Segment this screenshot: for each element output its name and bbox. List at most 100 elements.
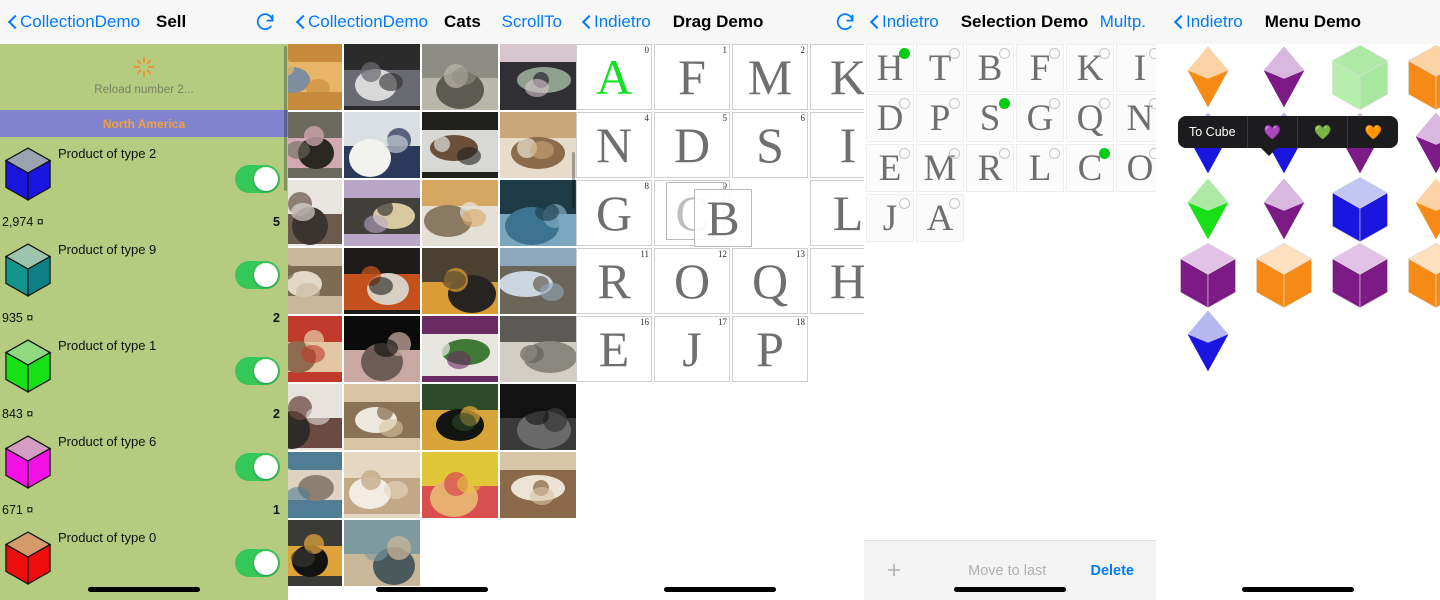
selection-indicator[interactable] bbox=[949, 98, 960, 109]
cat-cell[interactable] bbox=[500, 248, 576, 314]
selection-tile[interactable]: T bbox=[916, 44, 964, 92]
product-row[interactable]: Product of type 9 935 ¤ 2 bbox=[0, 233, 288, 329]
cat-cell[interactable] bbox=[422, 44, 498, 110]
selection-indicator[interactable] bbox=[1049, 98, 1060, 109]
cat-cell[interactable] bbox=[288, 248, 342, 314]
drag-tile[interactable]: N4 bbox=[576, 112, 652, 178]
cat-cell[interactable] bbox=[288, 520, 342, 586]
context-menu-heart-icon-3[interactable]: 🧡 bbox=[1348, 116, 1397, 148]
sell-list[interactable]: Reload number 2... North America Product… bbox=[0, 44, 288, 600]
cat-cell[interactable] bbox=[500, 384, 576, 450]
shape-cell[interactable] bbox=[1170, 44, 1246, 110]
shape-cell[interactable] bbox=[1398, 176, 1440, 242]
back-label[interactable]: Indietro bbox=[594, 12, 651, 32]
selection-tile[interactable]: O bbox=[1116, 144, 1156, 192]
selection-indicator[interactable] bbox=[1149, 48, 1156, 59]
shape-cell[interactable] bbox=[1170, 176, 1246, 242]
selection-indicator[interactable] bbox=[999, 48, 1010, 59]
cat-cell[interactable] bbox=[422, 248, 498, 314]
cat-cell[interactable] bbox=[344, 384, 420, 450]
cat-cell[interactable] bbox=[422, 180, 498, 246]
menu-collection[interactable]: To Cube 💜 💚 🧡 bbox=[1156, 44, 1440, 600]
scrollbar-vertical[interactable] bbox=[284, 46, 287, 191]
cat-cell[interactable] bbox=[288, 452, 342, 518]
selection-tile[interactable]: I bbox=[1116, 44, 1156, 92]
cat-cell[interactable] bbox=[422, 316, 498, 382]
product-toggle[interactable] bbox=[235, 453, 280, 481]
refresh-icon[interactable] bbox=[255, 11, 276, 32]
drag-tile[interactable]: H14 bbox=[810, 248, 864, 314]
cat-cell[interactable] bbox=[500, 316, 576, 382]
selection-tile[interactable]: N bbox=[1116, 94, 1156, 142]
selection-tile[interactable]: L bbox=[1016, 144, 1064, 192]
selection-indicator[interactable] bbox=[999, 148, 1010, 159]
cat-cell[interactable] bbox=[500, 44, 576, 110]
cat-cell[interactable] bbox=[500, 112, 576, 178]
shape-cell[interactable] bbox=[1398, 44, 1440, 110]
cat-cell[interactable] bbox=[422, 452, 498, 518]
selection-indicator[interactable] bbox=[949, 148, 960, 159]
drag-tile[interactable]: L10 bbox=[810, 180, 864, 246]
cat-cell[interactable] bbox=[344, 520, 420, 586]
product-toggle[interactable] bbox=[235, 261, 280, 289]
drag-tile[interactable]: S6 bbox=[732, 112, 808, 178]
cat-cell[interactable] bbox=[500, 452, 576, 518]
back-button-drag[interactable]: Indietro bbox=[576, 12, 651, 32]
selection-tile[interactable]: A bbox=[916, 194, 964, 242]
shape-cell[interactable] bbox=[1322, 176, 1398, 242]
selection-indicator[interactable] bbox=[1149, 98, 1156, 109]
drag-tile[interactable]: J 17 bbox=[654, 316, 730, 382]
drag-tile[interactable]: M2 bbox=[732, 44, 808, 110]
shape-cell[interactable] bbox=[1246, 176, 1322, 242]
shape-cell[interactable] bbox=[1246, 242, 1322, 308]
drag-tile[interactable]: I7 bbox=[810, 112, 864, 178]
back-button-sell[interactable]: CollectionDemo bbox=[0, 12, 140, 32]
cat-cell[interactable] bbox=[344, 248, 420, 314]
selection-tile[interactable]: M bbox=[916, 144, 964, 192]
shape-cell[interactable] bbox=[1322, 44, 1398, 110]
dragging-tile[interactable]: B bbox=[694, 189, 752, 247]
selection-tile[interactable]: H bbox=[866, 44, 914, 92]
selection-indicator[interactable] bbox=[899, 148, 910, 159]
drag-collection[interactable]: A0F1M2K3N4D5S6I7G8C9L10R11O12Q13H14E16J1… bbox=[576, 44, 864, 600]
selection-tile[interactable]: D bbox=[866, 94, 914, 142]
drag-tile[interactable]: E 16 bbox=[576, 316, 652, 382]
product-toggle[interactable] bbox=[235, 165, 280, 193]
shape-cell[interactable] bbox=[1398, 110, 1440, 176]
selection-indicator[interactable] bbox=[1099, 48, 1110, 59]
selection-indicator[interactable] bbox=[1049, 48, 1060, 59]
selection-tile[interactable]: F bbox=[1016, 44, 1064, 92]
drag-tile[interactable]: D5 bbox=[654, 112, 730, 178]
drag-tile[interactable]: R 11 bbox=[576, 248, 652, 314]
drag-tile[interactable]: K3 bbox=[810, 44, 864, 110]
selection-tile[interactable]: Q bbox=[1066, 94, 1114, 142]
cat-cell[interactable] bbox=[422, 384, 498, 450]
back-label[interactable]: CollectionDemo bbox=[308, 12, 428, 32]
selection-collection[interactable]: HTBFKI DPSGQN EMRLCO JA + Move to last Dele… bbox=[864, 44, 1156, 600]
cat-cell[interactable] bbox=[288, 112, 342, 178]
shape-cell[interactable] bbox=[1170, 242, 1246, 308]
selection-indicator[interactable] bbox=[1099, 98, 1110, 109]
cat-cell[interactable] bbox=[288, 44, 342, 110]
move-to-last-button[interactable]: Move to last bbox=[924, 563, 1090, 579]
selection-indicator[interactable] bbox=[949, 48, 960, 59]
back-label[interactable]: CollectionDemo bbox=[20, 12, 140, 32]
context-menu-heart-icon-2[interactable]: 💚 bbox=[1298, 116, 1349, 148]
multiple-select-button[interactable]: Multp. bbox=[1100, 12, 1146, 32]
drag-tile[interactable]: F1 bbox=[654, 44, 730, 110]
cat-cell[interactable] bbox=[500, 180, 576, 246]
product-toggle[interactable] bbox=[235, 357, 280, 385]
cat-cell[interactable] bbox=[422, 112, 498, 178]
drag-tile[interactable]: A0 bbox=[576, 44, 652, 110]
selection-indicator[interactable] bbox=[899, 198, 910, 209]
delete-button[interactable]: Delete bbox=[1090, 563, 1156, 579]
selection-tile[interactable]: C bbox=[1066, 144, 1114, 192]
cat-cell[interactable] bbox=[288, 384, 342, 450]
shape-cell[interactable] bbox=[1398, 242, 1440, 308]
add-button[interactable]: + bbox=[864, 556, 924, 585]
cat-cell[interactable] bbox=[344, 44, 420, 110]
selection-tile[interactable]: B bbox=[966, 44, 1014, 92]
selection-tile[interactable]: P bbox=[916, 94, 964, 142]
selection-indicator[interactable] bbox=[1149, 148, 1156, 159]
selection-indicator[interactable] bbox=[1049, 148, 1060, 159]
